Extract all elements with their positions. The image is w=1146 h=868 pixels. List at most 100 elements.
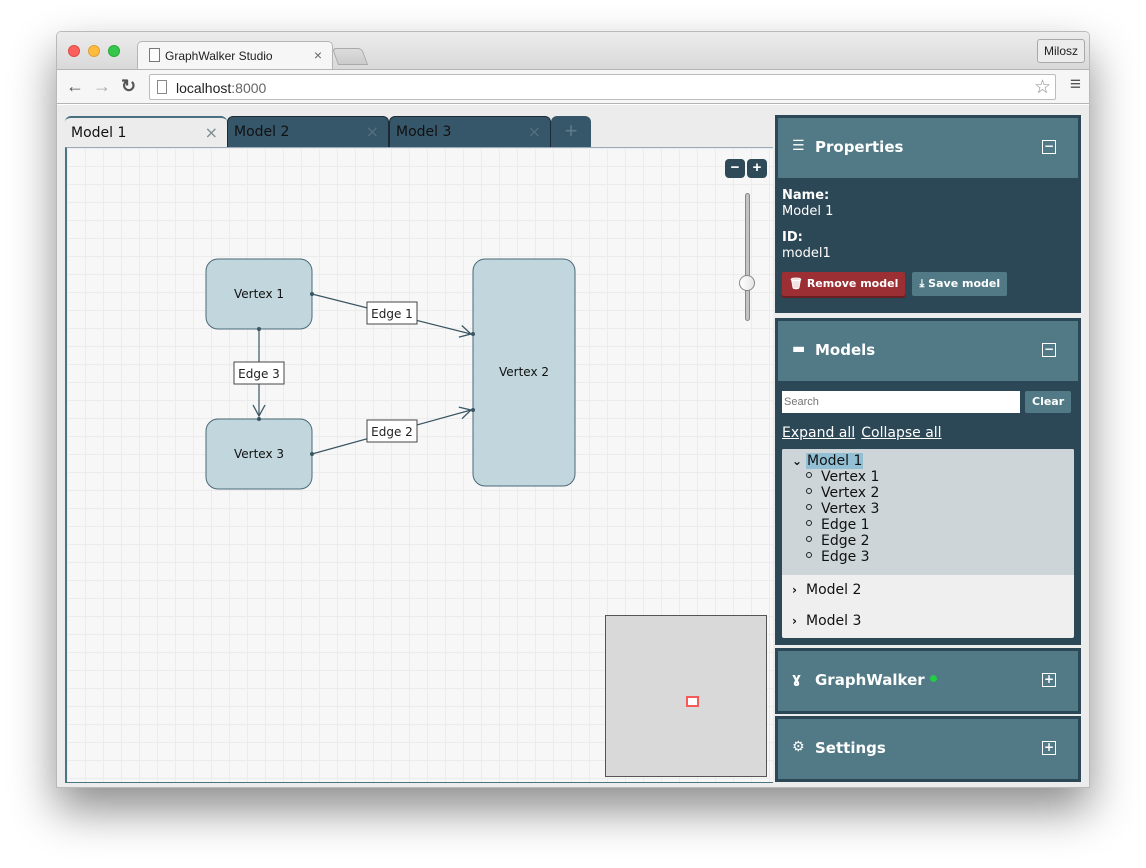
browser-toolbar: ← → ↻ localhost:8000 ☆ ≡ — [57, 69, 1089, 104]
name-label: Name: — [782, 188, 830, 203]
tab-model-1[interactable]: Model 1 × — [65, 116, 227, 147]
tree-node-label[interactable]: Model 3 — [806, 613, 861, 629]
close-window-button[interactable] — [68, 45, 80, 57]
tree-node-model-2[interactable]: › Model 2 — [782, 575, 1074, 606]
properties-panel: ☰ Properties − Name: Model 1 ID: model1 … — [775, 115, 1081, 313]
edge-endpoint — [257, 417, 261, 421]
edge-label-text: Edge 2 — [371, 425, 413, 439]
tree-leaf[interactable]: Edge 2 — [806, 533, 1074, 549]
id-label: ID: — [782, 230, 803, 245]
list-icon: ☰ — [792, 138, 805, 154]
panel-title: Models — [815, 341, 876, 359]
model-search-input[interactable] — [782, 391, 1020, 413]
collapse-all-link[interactable]: Collapse all — [861, 425, 941, 441]
expand-icon[interactable]: + — [1042, 741, 1056, 755]
tree-node-model-3[interactable]: › Model 3 — [782, 606, 1074, 638]
properties-body: Name: Model 1 ID: model1 🗑 Remove model … — [778, 178, 1078, 310]
zoom-in-button[interactable]: + — [747, 159, 767, 178]
edge-label-1[interactable]: Edge 1 — [366, 301, 418, 325]
zoom-slider-handle[interactable] — [739, 274, 755, 291]
panel-title: GraphWalker — [815, 671, 937, 689]
sidebar: ☰ Properties − Name: Model 1 ID: model1 … — [775, 105, 1089, 787]
edge-label-3[interactable]: Edge 3 — [233, 361, 285, 385]
hamburger-menu-icon[interactable]: ≡ — [1070, 74, 1081, 96]
remove-model-button[interactable]: 🗑 Remove model — [782, 272, 906, 296]
models-body: Clear Expand all Collapse all ⌄Model 1 V… — [778, 381, 1078, 642]
forward-arrow-icon[interactable]: → — [93, 75, 111, 97]
tree-leaf[interactable]: Vertex 3 — [806, 501, 1074, 517]
tab-model-3[interactable]: Model 3 × — [389, 116, 551, 147]
edge-endpoint — [471, 332, 475, 336]
tab-label: Model 3 — [396, 124, 452, 140]
new-tab-button[interactable] — [331, 48, 369, 65]
download-icon: ⤓ — [919, 277, 925, 290]
graphwalker-panel-header[interactable]: ɣ GraphWalker + — [778, 651, 1078, 711]
edge-label-text: Edge 1 — [371, 307, 413, 321]
edge-endpoint — [257, 327, 261, 331]
tree-node-model-1[interactable]: ⌄ Model 1 Vertex 1 Vertex 2 Vertex 3 Edge… — [782, 449, 1074, 575]
close-tab-icon[interactable]: × — [366, 122, 379, 141]
close-tab-icon[interactable]: × — [314, 47, 322, 63]
tree-leaf[interactable]: Edge 1 — [806, 517, 1074, 533]
tree-node-label[interactable]: Model 2 — [806, 582, 861, 598]
vertex-1[interactable]: Vertex 1 — [205, 258, 313, 330]
vertex-2[interactable]: Vertex 2 — [472, 258, 576, 487]
folder-icon: ▬ — [792, 341, 806, 357]
chevron-right-icon[interactable]: › — [792, 582, 806, 598]
chevron-right-icon[interactable]: › — [792, 613, 806, 629]
close-tab-icon[interactable]: × — [528, 122, 541, 141]
graphwalker-title: GraphWalker — [815, 671, 925, 689]
collapse-icon[interactable]: − — [1042, 343, 1056, 357]
close-tab-icon[interactable]: × — [205, 123, 218, 142]
edge-endpoint — [310, 452, 314, 456]
vertex-label: Vertex 2 — [499, 365, 549, 379]
chevron-down-icon[interactable]: ⌄ — [792, 453, 806, 469]
reload-icon[interactable]: ↻ — [121, 75, 136, 97]
maximize-window-button[interactable] — [108, 45, 120, 57]
add-model-tab-button[interactable]: + — [551, 116, 591, 147]
page-icon — [157, 80, 167, 94]
profile-button[interactable]: Milosz — [1036, 39, 1085, 63]
tree-node-label[interactable]: Model 1 — [806, 453, 864, 469]
zoom-slider-track[interactable] — [745, 193, 750, 321]
url-port: :8000 — [231, 80, 267, 96]
tree-leaf[interactable]: Vertex 1 — [806, 469, 1074, 485]
tab-label: Model 2 — [234, 124, 290, 140]
address-bar[interactable]: localhost:8000 ☆ — [149, 74, 1056, 100]
zoom-out-button[interactable]: − — [725, 159, 745, 178]
minimap-viewport[interactable] — [686, 696, 699, 707]
settings-panel: ⚙ Settings + — [775, 716, 1081, 782]
edge-label-2[interactable]: Edge 2 — [366, 419, 418, 443]
graph-canvas[interactable]: Vertex 1 Vertex 2 Vertex 3 Edge 1 Edge 2… — [65, 147, 773, 783]
minimap[interactable] — [605, 615, 767, 777]
models-panel-header[interactable]: ▬ Models − — [778, 321, 1078, 381]
tab-model-2[interactable]: Model 2 × — [227, 116, 389, 147]
edge-endpoint — [471, 408, 475, 412]
back-arrow-icon[interactable]: ← — [66, 75, 84, 97]
vertex-3[interactable]: Vertex 3 — [205, 418, 313, 490]
graphwalker-panel: ɣ GraphWalker + — [775, 648, 1081, 714]
vertex-label: Vertex 1 — [234, 287, 284, 301]
tree-leaf[interactable]: Edge 3 — [806, 549, 1074, 565]
bookmark-star-icon[interactable]: ☆ — [1034, 76, 1051, 99]
expand-all-link[interactable]: Expand all — [782, 425, 855, 441]
collapse-icon[interactable]: − — [1042, 140, 1056, 154]
properties-panel-header[interactable]: ☰ Properties − — [778, 118, 1078, 178]
graphwalker-studio-app: Model 1 × Model 2 × Model 3 × + Vertex 1… — [57, 105, 1089, 787]
save-model-button[interactable]: ⤓ Save model — [912, 272, 1008, 296]
trash-icon: 🗑 — [789, 277, 803, 290]
url-host: localhost — [176, 80, 232, 96]
minimize-window-button[interactable] — [88, 45, 100, 57]
clear-search-button[interactable]: Clear — [1025, 391, 1072, 413]
connection-status-dot — [929, 675, 937, 682]
name-value: Model 1 — [782, 204, 834, 219]
browser-tab-title: GraphWalker Studio — [165, 49, 273, 63]
branch-icon: ɣ — [792, 671, 802, 687]
settings-panel-header[interactable]: ⚙ Settings + — [778, 719, 1078, 779]
expand-icon[interactable]: + — [1042, 673, 1056, 687]
browser-titlebar: GraphWalker Studio × Milosz — [57, 32, 1089, 70]
edge-endpoint — [310, 292, 314, 296]
url-text[interactable]: localhost:8000 — [176, 80, 266, 96]
tree-leaf[interactable]: Vertex 2 — [806, 485, 1074, 501]
browser-tab[interactable]: GraphWalker Studio × — [137, 41, 333, 70]
